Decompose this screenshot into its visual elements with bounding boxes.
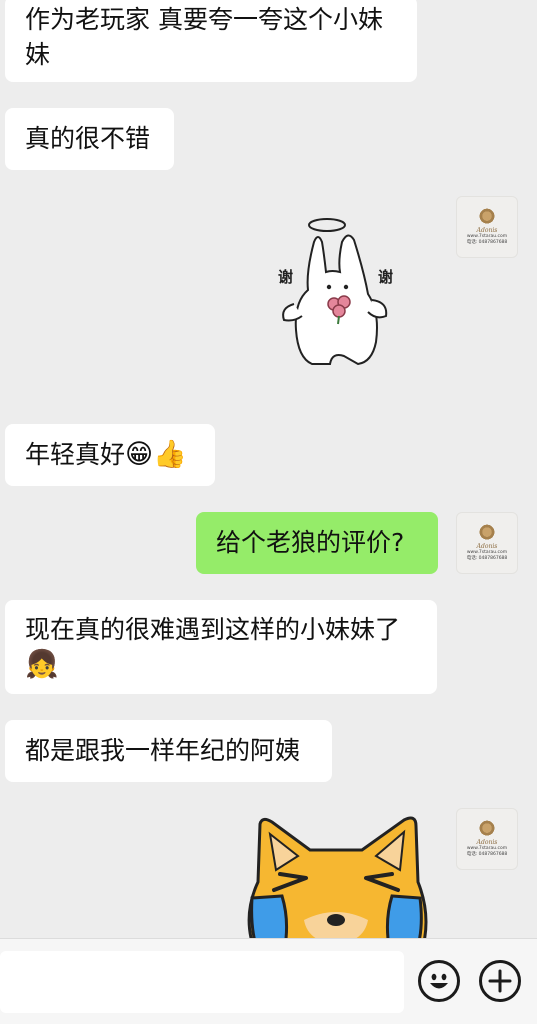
- plus-icon: [488, 969, 512, 993]
- message-bubble-incoming[interactable]: 年轻真好😁👍: [5, 424, 215, 486]
- smiley-face-icon: [430, 973, 448, 989]
- message-text: 现在真的很难遇到这样的小妹妹了: [25, 615, 401, 644]
- avatar-phone: 电话: 0487867688: [466, 556, 508, 561]
- message-text: 年轻真好: [25, 440, 126, 469]
- thumbs-up-emoji: 👍: [153, 439, 187, 470]
- message-text: 妹: [25, 40, 51, 69]
- grinning-face-emoji: 😁: [125, 439, 154, 470]
- avatar[interactable]: Adonis www.7starau.com 电话: 0487867688: [456, 512, 518, 574]
- angel-bunny-sticker[interactable]: 谢 谢: [272, 212, 402, 372]
- bunny-right-text: 谢: [378, 268, 393, 286]
- message-input[interactable]: [0, 951, 404, 1013]
- avatar-script: Adonis: [476, 227, 498, 234]
- girl-emoji: 👧: [25, 649, 59, 680]
- plus-button[interactable]: [479, 960, 521, 1002]
- crying-dog-icon: [247, 816, 428, 938]
- avatar-script: Adonis: [476, 543, 498, 550]
- logo-icon: [478, 208, 496, 226]
- emoji-button[interactable]: [418, 960, 460, 1002]
- message-bubble-incoming[interactable]: 作为老玩家 真要夸一夸这个小妹 妹: [5, 0, 417, 82]
- message-bubble-incoming[interactable]: 真的很不错: [5, 108, 174, 170]
- input-bar: [0, 938, 537, 1024]
- avatar-script: Adonis: [476, 839, 498, 846]
- avatar-phone: 电话: 0487867688: [466, 240, 508, 245]
- message-text: 真的很不错: [25, 124, 151, 153]
- avatar[interactable]: Adonis www.7starau.com 电话: 0487867688: [456, 808, 518, 870]
- bunny-icon: 谢 谢: [278, 218, 393, 366]
- message-bubble-incoming[interactable]: 都是跟我一样年纪的阿姨: [5, 720, 332, 782]
- avatar-phone: 电话: 0487867688: [466, 852, 508, 857]
- message-bubble-outgoing[interactable]: 给个老狼的评价?: [196, 512, 438, 574]
- message-bubble-incoming[interactable]: 现在真的很难遇到这样的小妹妹了 👧: [5, 600, 437, 694]
- message-text: 给个老狼的评价?: [216, 528, 405, 557]
- avatar[interactable]: Adonis www.7starau.com 电话: 0487867688: [456, 196, 518, 258]
- logo-icon: [478, 524, 496, 542]
- logo-icon: [478, 820, 496, 838]
- message-text: 都是跟我一样年纪的阿姨: [25, 736, 301, 765]
- bunny-left-text: 谢: [278, 268, 293, 286]
- crying-shiba-sticker[interactable]: [244, 812, 430, 938]
- message-text: 作为老玩家 真要夸一夸这个小妹: [25, 5, 383, 34]
